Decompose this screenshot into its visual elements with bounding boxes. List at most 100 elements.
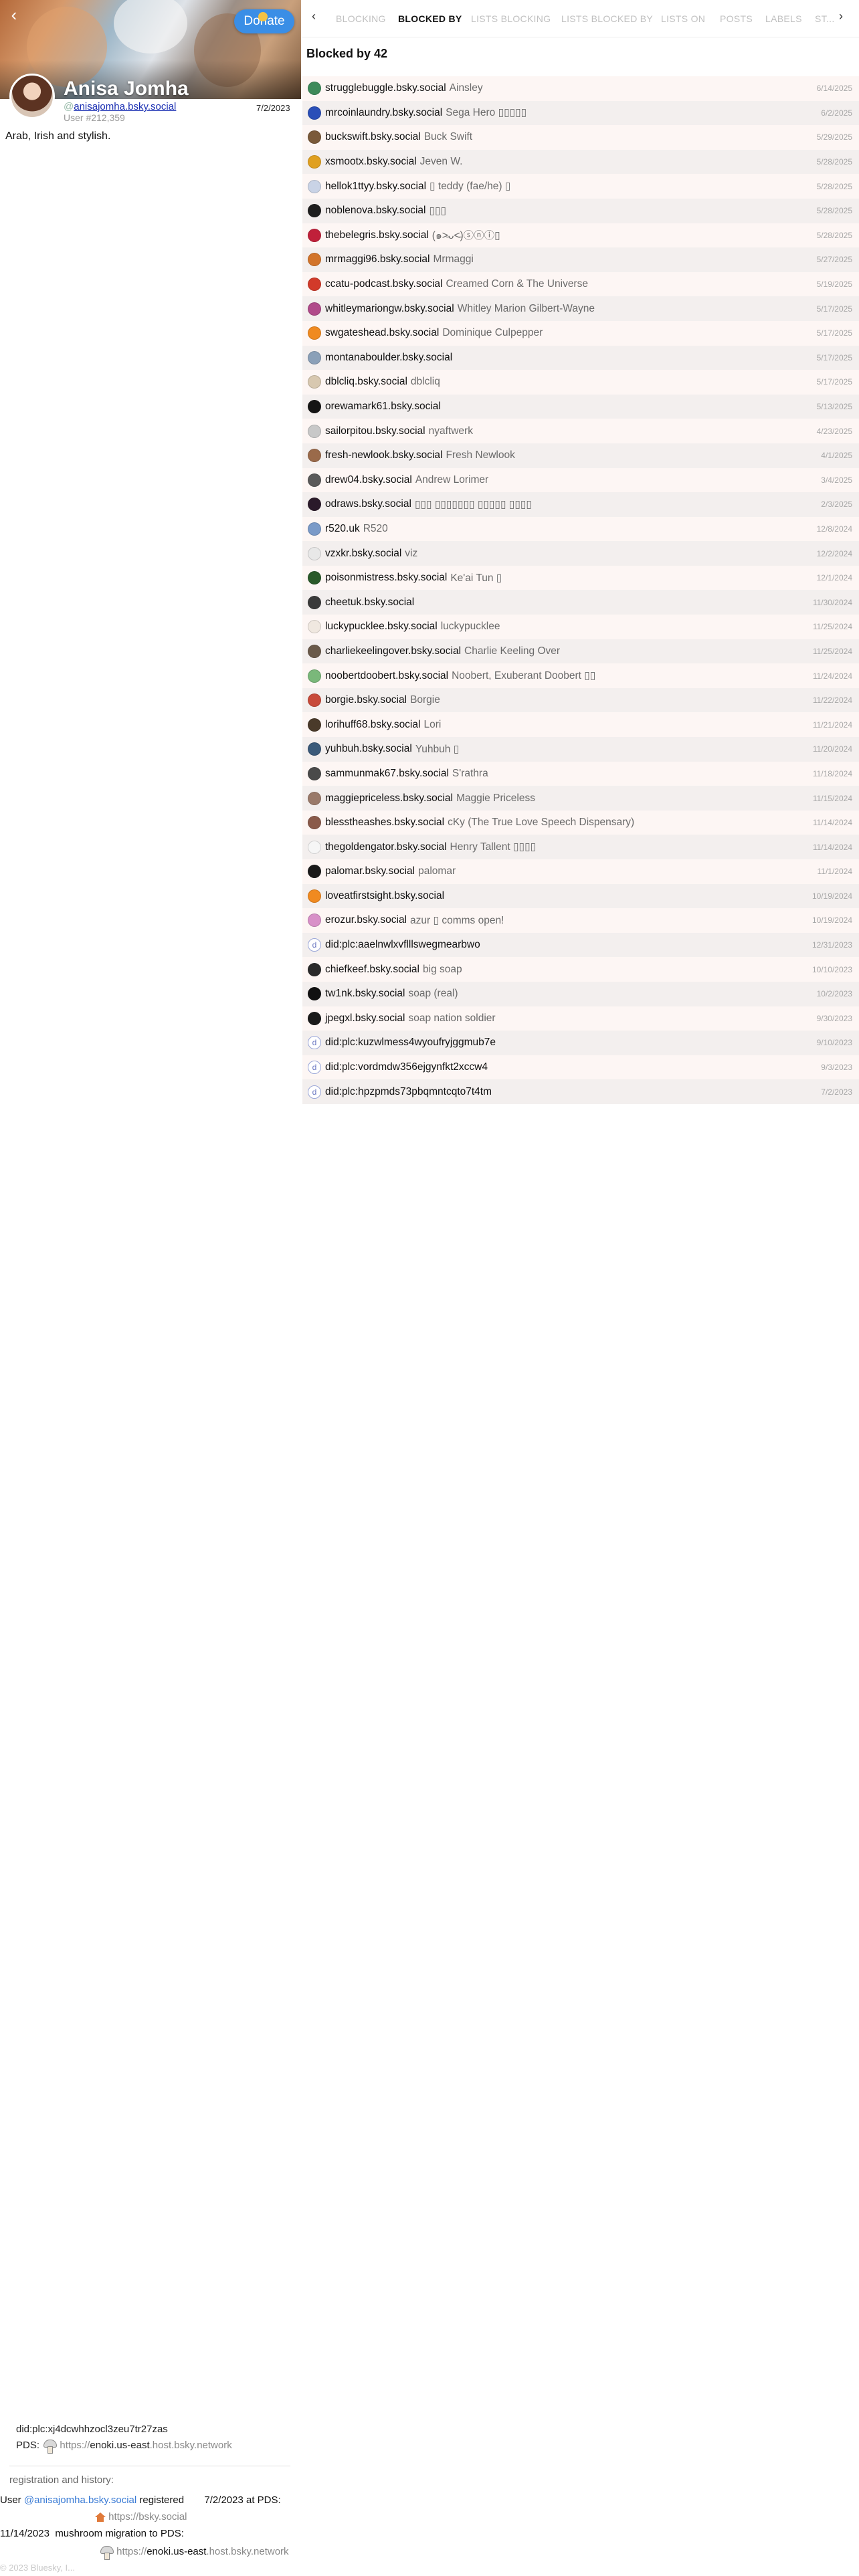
blocker-row[interactable]: blesstheashes.bsky.social cKy (The True L… — [302, 811, 859, 835]
blocker-row[interactable]: swgateshead.bsky.social Dominique Culpepp… — [302, 321, 859, 346]
blocker-row[interactable]: chiefkeef.bsky.social big soap 10/10/2023 — [302, 957, 859, 982]
donate-button[interactable]: Donate — [234, 9, 294, 33]
blocker-row[interactable]: maggiepriceless.bsky.social Maggie Pricel… — [302, 786, 859, 811]
blocker-row[interactable]: r520.uk R520 12/8/2024 — [302, 517, 859, 542]
blocker-handle[interactable]: noobertdoobert.bsky.social — [325, 670, 448, 682]
blocker-row[interactable]: poisonmistress.bsky.social Ke'ai Tun ▯ 12/… — [302, 566, 859, 591]
blocker-row[interactable]: sammunmak67.bsky.social S'rathra 11/18/202… — [302, 762, 859, 786]
tab-stats[interactable]: ST... — [815, 13, 835, 24]
blocker-row[interactable]: whitleymariongw.bsky.social Whitley Mario… — [302, 296, 859, 321]
blocker-row[interactable]: d did:plc:vordmdw356ejgynfkt2xccw4 9/3/202… — [302, 1055, 859, 1080]
blocker-handle[interactable]: poisonmistress.bsky.social — [325, 572, 447, 584]
blocker-row[interactable]: cheetuk.bsky.social 11/30/2024 — [302, 590, 859, 615]
avatar — [308, 962, 321, 976]
blocker-row[interactable]: vzxkr.bsky.social viz 12/2/2024 — [302, 541, 859, 566]
blocker-row[interactable]: mrcoinlaundry.bsky.social Sega Hero ▯▯▯▯▯… — [302, 100, 859, 126]
blocker-handle[interactable]: cheetuk.bsky.social — [325, 597, 414, 609]
blocker-handle[interactable]: jpegxl.bsky.social — [325, 1012, 405, 1025]
blocker-row[interactable]: odraws.bsky.social ▯▯▯ ▯▯▯▯▯▯▯ ▯▯▯▯▯ ▯▯▯▯… — [302, 492, 859, 517]
blocker-handle[interactable]: yuhbuh.bsky.social — [325, 743, 412, 755]
blocker-row[interactable]: strugglebuggle.bsky.social Ainsley 6/14/20… — [302, 76, 859, 101]
blocker-row[interactable]: xsmootx.bsky.social Jeven W. 5/28/2025 — [302, 149, 859, 175]
blocker-row[interactable]: loveatfirstsight.bsky.social 10/19/2024 — [302, 883, 859, 909]
blocker-row[interactable]: lorihuff68.bsky.social Lori 11/21/2024 — [302, 712, 859, 737]
blocker-handle[interactable]: thebelegris.bsky.social — [325, 229, 429, 241]
tab-labels[interactable]: LABELS — [765, 13, 802, 24]
blocker-handle[interactable]: did:plc:aaelnwlxvflllswegmearbwo — [325, 939, 480, 951]
tab-lists-blocking[interactable]: LISTS BLOCKING — [471, 13, 551, 24]
blocker-handle[interactable]: luckypucklee.bsky.social — [325, 621, 438, 633]
blocker-row[interactable]: thebelegris.bsky.social (๑˃̵ᴗ˂̵)ⓢⓝⓘ▯ 5/28/… — [302, 223, 859, 248]
tab-blocked-by[interactable]: BLOCKED BY — [398, 13, 462, 24]
blocker-handle[interactable]: mrcoinlaundry.bsky.social — [325, 107, 442, 119]
blocker-handle[interactable]: loveatfirstsight.bsky.social — [325, 890, 444, 902]
blocker-row[interactable]: thegoldengator.bsky.social Henry Tallent … — [302, 835, 859, 859]
blocker-row[interactable]: d did:plc:hpzpmds73pbqmntcqto7t4tm 7/2/202… — [302, 1079, 859, 1104]
blocker-handle[interactable]: montanaboulder.bsky.social — [325, 352, 452, 364]
blocker-handle[interactable]: did:plc:hpzpmds73pbqmntcqto7t4tm — [325, 1086, 492, 1098]
blocker-handle[interactable]: thegoldengator.bsky.social — [325, 841, 447, 853]
blocker-handle[interactable]: sammunmak67.bsky.social — [325, 768, 449, 780]
blocker-handle[interactable]: strugglebuggle.bsky.social — [325, 82, 446, 94]
tab-lists-on[interactable]: LISTS ON — [661, 13, 705, 24]
blocker-row[interactable]: mrmaggi96.bsky.social Mrmaggi 5/27/2025 — [302, 247, 859, 272]
blocker-row[interactable]: hellok1ttyy.bsky.social ▯ teddy (fae/he) … — [302, 174, 859, 199]
blocker-row[interactable]: buckswift.bsky.social Buck Swift 5/29/2025 — [302, 125, 859, 150]
blocker-handle[interactable]: blesstheashes.bsky.social — [325, 817, 444, 829]
blocker-handle[interactable]: noblenova.bsky.social — [325, 205, 426, 217]
blocker-handle[interactable]: sailorpitou.bsky.social — [325, 425, 425, 437]
blocker-row[interactable]: borgie.bsky.social Borgie 11/22/2024 — [302, 687, 859, 713]
blocker-handle[interactable]: mrmaggi96.bsky.social — [325, 253, 430, 265]
back-chevron-icon[interactable]: ‹ — [4, 5, 24, 25]
blocker-handle[interactable]: tw1nk.bsky.social — [325, 988, 405, 1000]
blocker-row[interactable]: charliekeelingover.bsky.social Charlie Ke… — [302, 639, 859, 664]
blocker-handle[interactable]: dblcliq.bsky.social — [325, 376, 407, 388]
blocker-handle[interactable]: r520.uk — [325, 523, 360, 535]
blocker-handle[interactable]: drew04.bsky.social — [325, 474, 412, 486]
blocker-handle[interactable]: fresh-newlook.bsky.social — [325, 449, 442, 461]
blocker-handle[interactable]: charliekeelingover.bsky.social — [325, 645, 461, 657]
tab-blocking[interactable]: BLOCKING — [336, 13, 386, 24]
blocker-row[interactable]: erozur.bsky.social azur ▯ comms open! 10/1… — [302, 908, 859, 933]
blocker-handle[interactable]: odraws.bsky.social — [325, 498, 411, 510]
blocker-row[interactable]: d did:plc:aaelnwlxvflllswegmearbwo 12/31/2… — [302, 932, 859, 958]
avatar — [308, 522, 321, 536]
tab-lists-blocked-by[interactable]: LISTS BLOCKED BY — [561, 13, 653, 24]
tabs-next-icon[interactable]: › — [839, 9, 843, 23]
blocker-handle[interactable]: whitleymariongw.bsky.social — [325, 303, 454, 315]
blocker-row[interactable]: montanaboulder.bsky.social 5/17/2025 — [302, 345, 859, 370]
blocker-row[interactable]: tw1nk.bsky.social soap (real) 10/2/2023 — [302, 981, 859, 1006]
blocker-handle[interactable]: vzxkr.bsky.social — [325, 548, 401, 560]
blocker-handle[interactable]: buckswift.bsky.social — [325, 131, 421, 143]
blocker-row[interactable]: palomar.bsky.social palomar 11/1/2024 — [302, 859, 859, 884]
blocker-handle[interactable]: chiefkeef.bsky.social — [325, 964, 419, 976]
blocker-row[interactable]: dblcliq.bsky.social dblcliq 5/17/2025 — [302, 370, 859, 395]
blocker-row[interactable]: drew04.bsky.social Andrew Lorimer 3/4/2025 — [302, 468, 859, 493]
blocker-handle[interactable]: lorihuff68.bsky.social — [325, 719, 420, 731]
blocker-row[interactable]: orewamark61.bsky.social 5/13/2025 — [302, 394, 859, 419]
blocker-row[interactable]: noobertdoobert.bsky.social Noobert, Exube… — [302, 663, 859, 688]
blocker-row[interactable]: ccatu-podcast.bsky.social Creamed Corn & … — [302, 272, 859, 297]
history-handle-link[interactable]: @anisajomha.bsky.social — [24, 2494, 136, 2506]
blocker-handle[interactable]: swgateshead.bsky.social — [325, 327, 439, 339]
tab-posts[interactable]: POSTS — [720, 13, 753, 24]
blocker-handle[interactable]: erozur.bsky.social — [325, 914, 407, 926]
blocker-row[interactable]: luckypucklee.bsky.social luckypucklee 11/2… — [302, 615, 859, 639]
blocker-handle[interactable]: ccatu-podcast.bsky.social — [325, 278, 442, 290]
blocker-handle[interactable]: palomar.bsky.social — [325, 865, 415, 877]
blocker-row[interactable]: fresh-newlook.bsky.social Fresh Newlook 4/… — [302, 443, 859, 468]
blocker-row[interactable]: d did:plc:kuzwlmess4wyoufryjggmub7e 9/10/2… — [302, 1031, 859, 1055]
blocker-row[interactable]: yuhbuh.bsky.social Yuhbuh ▯ 11/20/2024 — [302, 737, 859, 762]
blocker-handle[interactable]: maggiepriceless.bsky.social — [325, 792, 453, 804]
blocker-handle[interactable]: did:plc:vordmdw356ejgynfkt2xccw4 — [325, 1061, 488, 1073]
blocker-handle[interactable]: did:plc:kuzwlmess4wyoufryjggmub7e — [325, 1037, 496, 1049]
tabs-prev-icon[interactable]: ‹ — [312, 9, 316, 23]
blocker-row[interactable]: jpegxl.bsky.social soap nation soldier 9/3… — [302, 1006, 859, 1031]
blocker-row[interactable]: noblenova.bsky.social ▯▯▯ 5/28/2025 — [302, 198, 859, 223]
blocker-handle[interactable]: xsmootx.bsky.social — [325, 156, 417, 168]
handle-link[interactable]: anisajomha.bsky.social — [74, 101, 176, 112]
blocker-handle[interactable]: orewamark61.bsky.social — [325, 401, 441, 413]
blocker-row[interactable]: sailorpitou.bsky.social nyaftwerk 4/23/202… — [302, 419, 859, 443]
blocker-handle[interactable]: borgie.bsky.social — [325, 694, 407, 706]
blocker-handle[interactable]: hellok1ttyy.bsky.social — [325, 181, 426, 193]
